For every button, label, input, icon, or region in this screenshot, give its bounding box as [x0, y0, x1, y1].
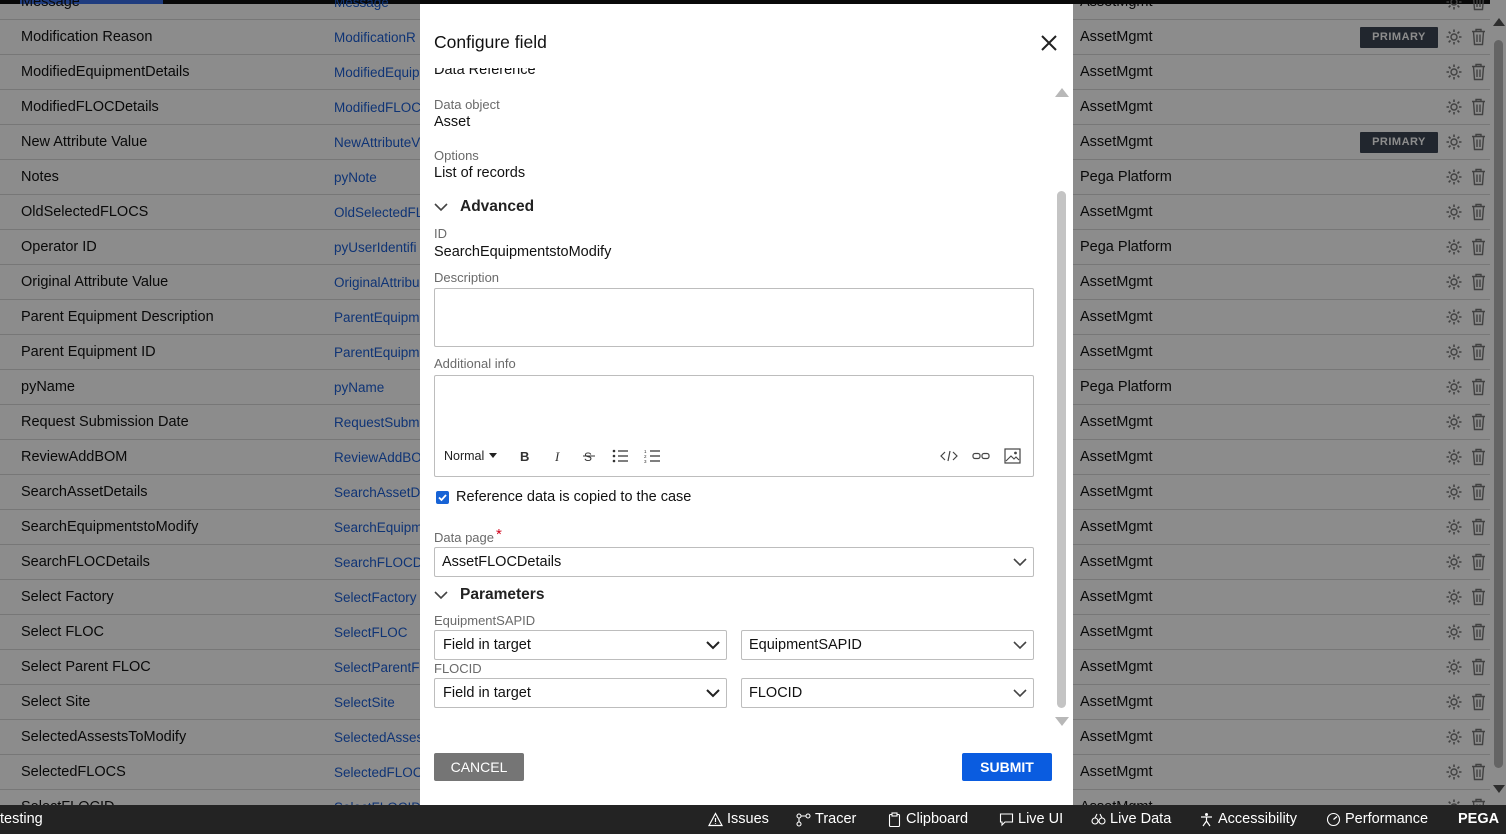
- chevron-down-icon: [1013, 689, 1027, 698]
- param-value-select[interactable]: EquipmentSAPID: [741, 630, 1034, 660]
- data-page-value: AssetFLOCDetails: [442, 554, 562, 570]
- data-object-label: Data object: [434, 97, 500, 112]
- field-type-partial: Data Reference: [434, 68, 536, 78]
- submit-button[interactable]: SUBMIT: [962, 753, 1052, 781]
- reference-copied-checkbox[interactable]: [436, 491, 449, 504]
- accessibility-button[interactable]: Accessibility: [1199, 811, 1297, 827]
- description-label: Description: [434, 270, 500, 285]
- performance-button[interactable]: Performance: [1326, 811, 1428, 827]
- code-icon[interactable]: [940, 449, 958, 463]
- format-dropdown-label: Normal: [444, 449, 485, 463]
- numbered-list-icon[interactable]: 123: [644, 449, 661, 463]
- developer-toolbar: testing Issues Tracer Clipboard Live UI …: [0, 805, 1506, 834]
- issues-label: Issues: [727, 811, 769, 827]
- parameters-section-toggle[interactable]: Parameters: [434, 586, 544, 604]
- strikethrough-icon[interactable]: S: [583, 449, 595, 463]
- configure-field-dialog: Configure field Data Reference Data obje…: [420, 4, 1073, 805]
- cancel-button[interactable]: CANCEL: [434, 753, 524, 781]
- clipboard-button[interactable]: Clipboard: [887, 811, 968, 827]
- additional-info-label: Additional info: [434, 356, 516, 371]
- svg-text:B: B: [520, 449, 529, 463]
- bold-icon[interactable]: B: [519, 449, 531, 463]
- image-icon[interactable]: [1004, 448, 1021, 464]
- clipboard-icon: [888, 811, 901, 827]
- param-mode-select[interactable]: Field in target: [434, 678, 727, 708]
- issues-button[interactable]: Issues: [708, 811, 769, 827]
- checkmark-icon: [438, 494, 447, 502]
- svg-text:3: 3: [644, 459, 647, 463]
- advanced-section-title: Advanced: [460, 198, 535, 215]
- data-page-select[interactable]: AssetFLOCDetails: [434, 547, 1034, 577]
- chevron-down-icon: [706, 689, 720, 698]
- dialog-scrollbar-thumb[interactable]: [1057, 191, 1066, 708]
- param-value: FLOCID: [749, 685, 803, 701]
- toolbar-left-label: testing: [0, 811, 43, 827]
- live-ui-icon: [999, 812, 1014, 826]
- param-mode-value: Field in target: [443, 637, 531, 653]
- id-value: SearchEquipmentstoModify: [434, 244, 612, 260]
- dialog-body: Data Reference Data object Asset Options…: [420, 68, 1073, 728]
- dialog-title: Configure field: [434, 32, 547, 52]
- performance-label: Performance: [1345, 811, 1429, 827]
- id-label: ID: [434, 226, 447, 241]
- live-data-label: Live Data: [1110, 811, 1172, 827]
- live-data-button[interactable]: Live Data: [1091, 811, 1171, 827]
- tracer-label: Tracer: [815, 811, 857, 827]
- param-mode-value: Field in target: [443, 685, 531, 701]
- param-name-label: EquipmentSAPID: [434, 613, 536, 628]
- bullet-list-icon[interactable]: [612, 449, 629, 463]
- caret-down-icon: [489, 453, 498, 458]
- live-ui-button[interactable]: Live UI: [999, 811, 1063, 827]
- required-indicator: *: [496, 526, 502, 543]
- parameters-section-title: Parameters: [460, 586, 545, 603]
- accessibility-label: Accessibility: [1218, 811, 1297, 827]
- chevron-down-icon: [706, 641, 720, 650]
- options-value: List of records: [434, 165, 526, 181]
- data-page-label: Data page *: [434, 526, 502, 545]
- pega-logo: PEGA: [1458, 811, 1500, 827]
- description-textarea[interactable]: [434, 288, 1034, 347]
- tracer-button[interactable]: Tracer: [796, 811, 856, 827]
- chevron-down-icon: [1013, 558, 1027, 567]
- tracer-icon: [796, 812, 811, 827]
- clipboard-label: Clipboard: [906, 811, 969, 827]
- param-value-select[interactable]: FLOCID: [741, 678, 1034, 708]
- close-icon[interactable]: [1038, 32, 1060, 54]
- chevron-down-icon: [434, 203, 448, 212]
- param-mode-select[interactable]: Field in target: [434, 630, 727, 660]
- param-name-label: FLOCID: [434, 661, 482, 676]
- advanced-section-toggle[interactable]: Advanced: [434, 198, 534, 216]
- svg-text:I: I: [554, 449, 560, 463]
- reference-copied-label: Reference data is copied to the case: [456, 489, 692, 505]
- data-object-value: Asset: [434, 114, 471, 130]
- options-label: Options: [434, 148, 479, 163]
- warning-icon: [708, 811, 723, 826]
- dialog-scroll-down-icon[interactable]: [1055, 717, 1069, 726]
- accessibility-icon: [1201, 812, 1212, 826]
- param-value: EquipmentSAPID: [749, 637, 862, 653]
- format-dropdown[interactable]: Normal: [444, 449, 498, 463]
- chevron-down-icon: [434, 591, 448, 600]
- italic-icon[interactable]: I: [553, 449, 563, 463]
- dialog-scroll-up-icon[interactable]: [1055, 88, 1069, 97]
- live-data-icon: [1091, 813, 1106, 825]
- chevron-down-icon: [1013, 641, 1027, 650]
- performance-icon: [1326, 812, 1341, 826]
- link-icon[interactable]: [972, 449, 990, 463]
- live-ui-label: Live UI: [1018, 811, 1064, 827]
